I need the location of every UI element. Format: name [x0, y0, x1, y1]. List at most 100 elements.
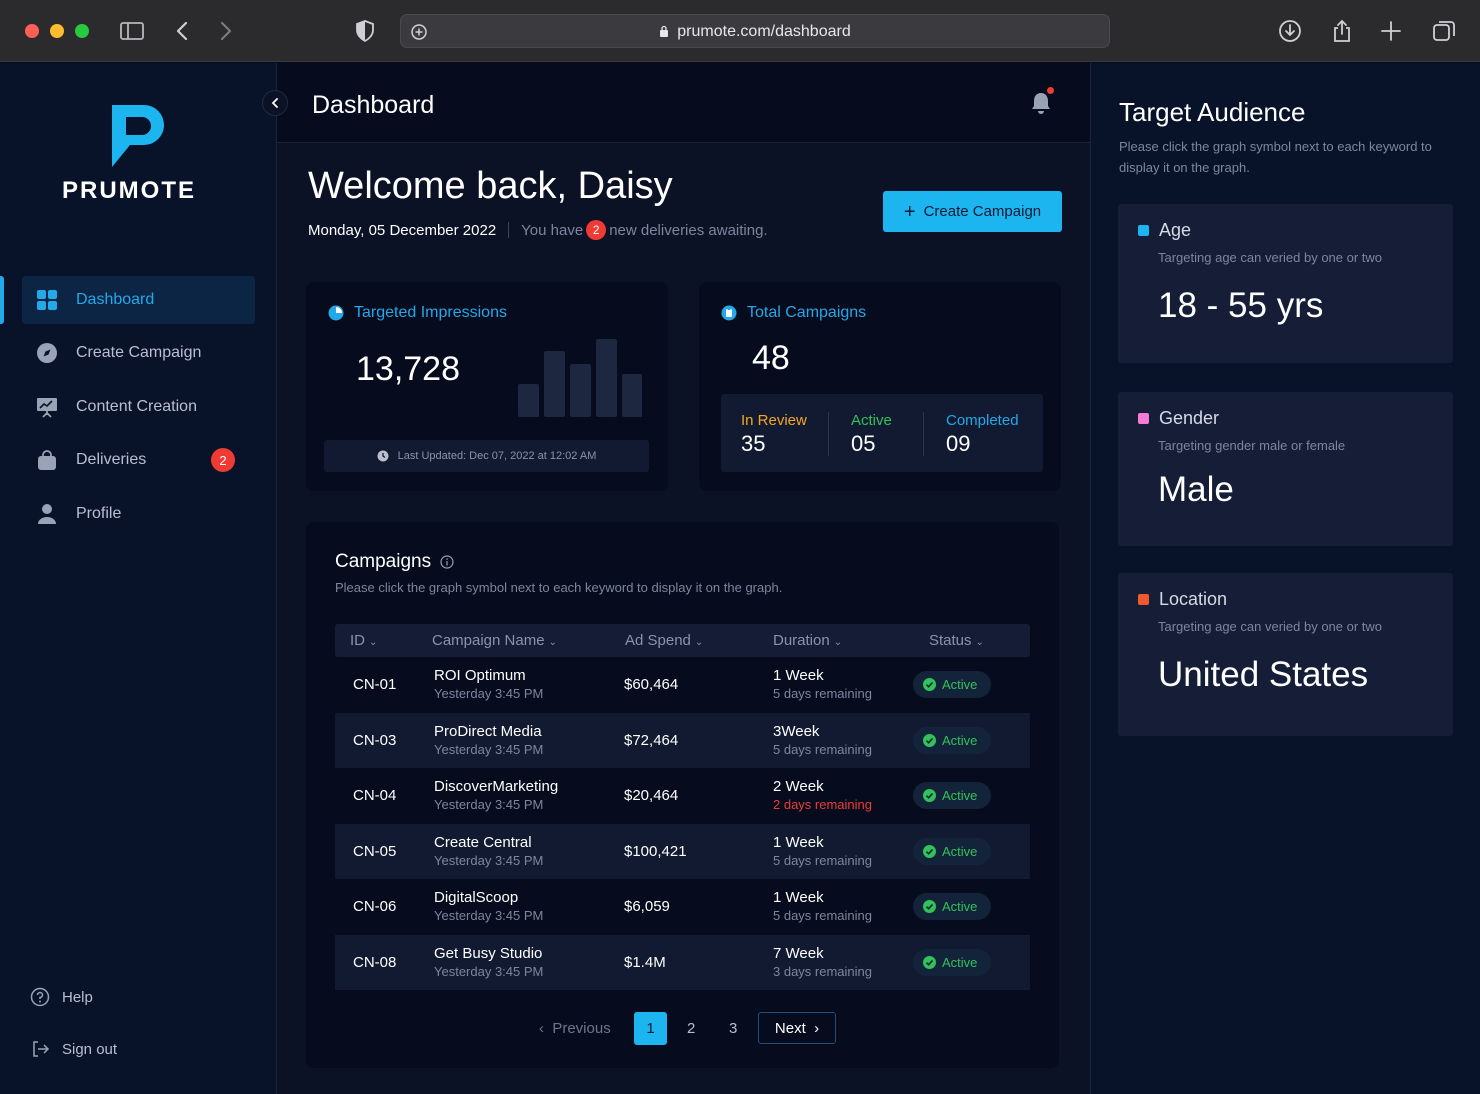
days-remaining: 3 days remaining [773, 964, 872, 979]
sidebar-item-label: Deliveries [76, 451, 147, 468]
duration-cell: 7 Week 3 days remaining [773, 945, 872, 979]
status-label: Active [942, 844, 978, 859]
tab-overview-icon[interactable] [1431, 18, 1457, 44]
duration: 2 Week [773, 778, 824, 795]
sign-out-label: Sign out [62, 1040, 118, 1058]
audience-card-hint: Targeting age can veried by one or two [1158, 250, 1383, 265]
shopping-bag-icon [36, 449, 58, 471]
new-tab-icon[interactable] [1378, 18, 1404, 44]
sign-out-link[interactable]: Sign out [30, 1039, 117, 1059]
sidebar-toggle-icon[interactable] [119, 18, 145, 44]
campaigns-card: Campaigns Please click the graph symbol … [306, 522, 1059, 1068]
impressions-card: Targeted Impressions 13,728 Last Updated… [306, 282, 668, 491]
next-page-button[interactable]: Next › [758, 1012, 836, 1044]
campaign-name: ROI Optimum [434, 667, 526, 684]
column-label: Duration [773, 632, 830, 649]
duration: 1 Week [773, 889, 824, 906]
audience-card-value: United States [1158, 655, 1369, 694]
minimize-window-button[interactable] [50, 24, 64, 38]
column-ad-spend[interactable]: Ad Spend ⌄ [625, 632, 703, 649]
table-header: ID ⌄ Campaign Name ⌄ Ad Spend ⌄ Duration ⌄ S… [335, 624, 1030, 657]
stat-value: 35 [741, 431, 766, 456]
impressions-bar [622, 374, 642, 417]
share-icon[interactable] [1329, 18, 1355, 44]
collapse-sidebar-button[interactable] [262, 90, 288, 116]
sidebar-item-label: Create Campaign [76, 344, 202, 361]
previous-page-button[interactable]: ‹ Previous [539, 1020, 611, 1037]
campaign-name-cell: Get Busy Studio Yesterday 3:45 PM [434, 945, 543, 979]
sidebar-item-label: Dashboard [76, 291, 155, 308]
duration: 1 Week [773, 834, 824, 851]
chevron-left-icon: ‹ [539, 1020, 544, 1037]
column-campaign-name[interactable]: Campaign Name ⌄ [432, 632, 557, 649]
column-duration[interactable]: Duration ⌄ [773, 632, 842, 649]
maximize-window-button[interactable] [75, 24, 89, 38]
page-1-button[interactable]: 1 [634, 1012, 667, 1045]
duration-cell: 3Week 5 days remaining [773, 723, 872, 757]
sidebar-item-deliveries[interactable]: Deliveries 2 [22, 436, 255, 484]
impressions-title: Targeted Impressions [328, 304, 507, 322]
help-link[interactable]: Help [30, 987, 93, 1007]
sidebar-item-dashboard[interactable]: Dashboard [22, 276, 255, 324]
campaign-name-cell: ROI Optimum Yesterday 3:45 PM [434, 667, 543, 701]
stat-label: Active [851, 412, 892, 429]
duration: 7 Week [773, 945, 824, 962]
status-badge: Active [913, 782, 991, 809]
chevron-right-icon: › [814, 1019, 820, 1037]
check-circle-icon [923, 734, 936, 747]
download-icon[interactable] [1277, 18, 1303, 44]
back-icon[interactable] [170, 18, 196, 44]
audience-card-gender[interactable]: Gender Targeting gender male or female M… [1118, 392, 1453, 546]
campaign-name-cell: DigitalScoop Yesterday 3:45 PM [434, 889, 543, 923]
campaign-name: Get Busy Studio [434, 945, 543, 962]
table-row[interactable]: CN-04 DiscoverMarketing Yesterday 3:45 PM $… [335, 768, 1030, 823]
column-id[interactable]: ID ⌄ [350, 632, 377, 649]
table-row[interactable]: CN-06 DigitalScoop Yesterday 3:45 PM $6,059… [335, 879, 1030, 934]
audience-card-label: Location [1159, 589, 1228, 609]
sidebar-item-content-creation[interactable]: Content Creation [22, 383, 255, 431]
days-remaining: 5 days remaining [773, 908, 872, 923]
user-icon [36, 503, 58, 525]
page-header: Dashboard [277, 63, 1090, 143]
close-window-button[interactable] [25, 24, 39, 38]
days-remaining: 5 days remaining [773, 742, 872, 757]
compass-icon [36, 342, 58, 364]
audience-card-age[interactable]: Age Targeting age can veried by one or t… [1118, 204, 1453, 363]
new-deliveries-count: 2 [586, 220, 607, 240]
bell-icon[interactable] [1030, 91, 1052, 115]
stat-value: 09 [946, 431, 971, 456]
sidebar-item-profile[interactable]: Profile [22, 490, 255, 538]
sidebar-item-label: Content Creation [76, 398, 197, 415]
days-remaining: 2 days remaining [773, 797, 872, 812]
status-badge: Active [913, 949, 991, 976]
target-audience-subtitle: Please click the graph symbol next to ea… [1119, 139, 1432, 175]
duration: 3Week [773, 723, 820, 740]
column-status[interactable]: Status ⌄ [929, 632, 984, 649]
stat-value: 05 [851, 431, 876, 456]
impressions-title-text: Targeted Impressions [354, 304, 507, 321]
stat-completed: Completed 09 [946, 412, 1019, 457]
duration-cell: 1 Week 5 days remaining [773, 667, 872, 701]
audience-card-location[interactable]: Location Targeting age can veried by one… [1118, 573, 1453, 736]
total-campaigns-title: Total Campaigns [721, 304, 866, 322]
status-badge: Active [913, 838, 991, 865]
ad-spend: $6,059 [624, 898, 670, 915]
forward-icon[interactable] [212, 18, 238, 44]
status-label: Active [942, 899, 978, 914]
table-row[interactable]: CN-05 Create Central Yesterday 3:45 PM $100… [335, 824, 1030, 879]
sidebar-item-create-campaign[interactable]: Create Campaign [22, 329, 255, 377]
impressions-bar-graphic [518, 339, 642, 417]
table-row[interactable]: CN-03 ProDirect Media Yesterday 3:45 PM $72… [335, 713, 1030, 768]
duration-cell: 2 Week 2 days remaining [773, 778, 872, 812]
table-row[interactable]: CN-01 ROI Optimum Yesterday 3:45 PM $60,464… [335, 657, 1030, 712]
create-campaign-button[interactable]: + Create Campaign [883, 191, 1062, 232]
address-bar[interactable]: prumote.com/dashboard [400, 14, 1110, 48]
ad-spend: $100,421 [624, 843, 687, 860]
campaign-stats: In Review 35 Active 05 Completed 09 [721, 394, 1043, 472]
page-2-button[interactable]: 2 [687, 1020, 695, 1037]
next-label: Next [774, 1019, 806, 1037]
privacy-shield-icon[interactable] [352, 18, 378, 44]
info-icon[interactable] [440, 555, 454, 569]
page-3-button[interactable]: 3 [729, 1020, 737, 1037]
table-row[interactable]: CN-08 Get Busy Studio Yesterday 3:45 PM $1.… [335, 935, 1030, 990]
